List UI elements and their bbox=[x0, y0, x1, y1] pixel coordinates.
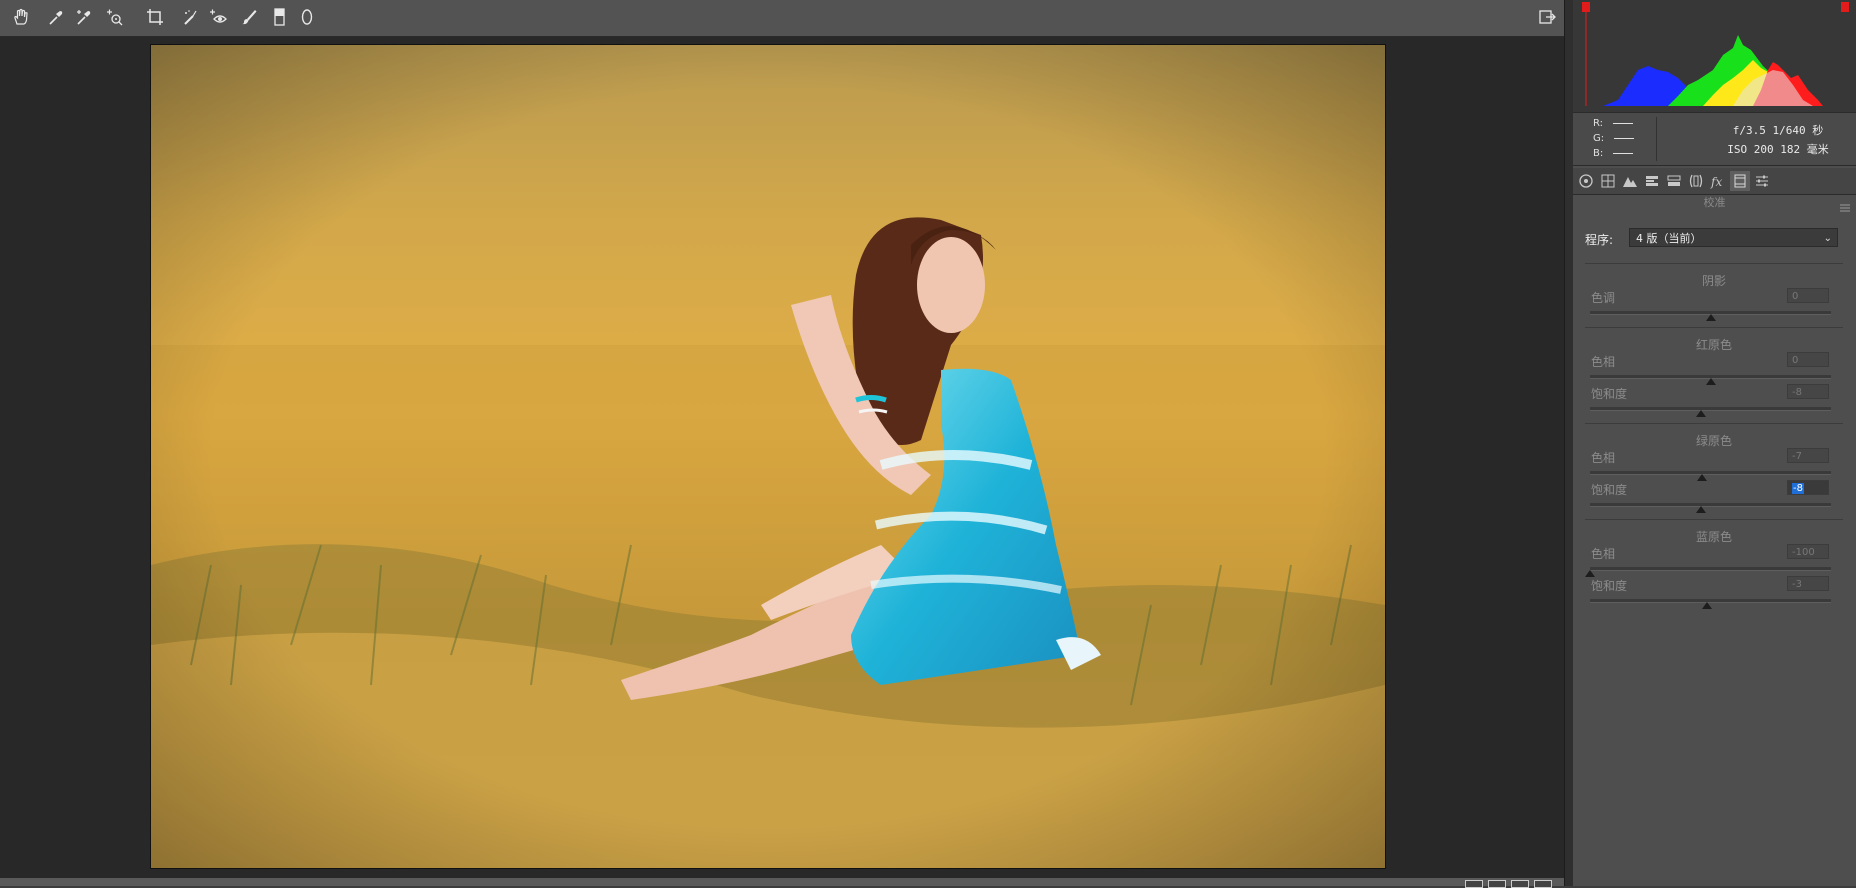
shadows-tint-label: 色调 bbox=[1591, 291, 1616, 305]
blue-hue-slider[interactable] bbox=[1585, 567, 1831, 577]
chevron-down-icon: ⌄ bbox=[1823, 233, 1832, 244]
before-after-toggle[interactable] bbox=[1465, 880, 1483, 888]
green-primary-group-title: 绿原色 bbox=[1585, 423, 1843, 449]
red-primary-group-title: 红原色 bbox=[1585, 327, 1843, 353]
r-readout: R: bbox=[1593, 118, 1634, 129]
slider-thumb[interactable] bbox=[1697, 474, 1708, 481]
camera-calibration-icon[interactable] bbox=[1730, 171, 1750, 191]
svg-text:fx: fx bbox=[1710, 175, 1722, 189]
before-after-swap[interactable] bbox=[1488, 880, 1506, 888]
crop-icon[interactable] bbox=[144, 6, 166, 28]
slider-thumb[interactable] bbox=[1705, 314, 1716, 321]
red-saturation-slider[interactable] bbox=[1590, 407, 1831, 417]
blue-hue-label: 色相 bbox=[1591, 547, 1616, 561]
highlight-clip-warning-icon bbox=[1841, 2, 1849, 12]
color-sampler-icon[interactable] bbox=[73, 6, 95, 28]
blue-saturation-slider[interactable] bbox=[1590, 599, 1831, 609]
pixel-info: R: G: B: f/3.5 1/640 秒 ISO 200 182 毫米 bbox=[1573, 113, 1856, 166]
effects-icon[interactable]: fx bbox=[1708, 171, 1728, 191]
green-saturation-slider[interactable] bbox=[1590, 503, 1831, 513]
before-after-copy[interactable] bbox=[1511, 880, 1529, 888]
adjustment-panel: R: G: B: f/3.5 1/640 秒 ISO 200 182 毫米 fx bbox=[1573, 0, 1856, 886]
calibration-title: 校准 bbox=[1703, 196, 1726, 209]
histogram bbox=[1573, 0, 1856, 113]
b-readout: B: bbox=[1593, 148, 1634, 159]
targeted-adjust-icon[interactable] bbox=[103, 6, 125, 28]
radial-filter-icon[interactable] bbox=[296, 6, 318, 28]
spot-removal-icon[interactable] bbox=[180, 6, 202, 28]
green-saturation-label: 饱和度 bbox=[1591, 483, 1628, 497]
red-eye-icon[interactable] bbox=[207, 6, 229, 28]
graduated-filter-icon[interactable] bbox=[268, 6, 290, 28]
green-hue-value[interactable]: -7 bbox=[1787, 448, 1829, 463]
blue-saturation-label: 饱和度 bbox=[1591, 579, 1628, 593]
hand-icon[interactable] bbox=[10, 6, 32, 28]
photo-preview[interactable] bbox=[150, 44, 1386, 869]
exif-aperture-shutter: f/3.5 1/640 秒 bbox=[1732, 124, 1824, 137]
white-balance-icon[interactable] bbox=[45, 6, 67, 28]
slider-thumb[interactable] bbox=[1705, 378, 1716, 385]
slider-thumb[interactable] bbox=[1695, 506, 1706, 513]
tool-bar bbox=[0, 0, 1564, 37]
red-hue-value[interactable]: 0 bbox=[1787, 352, 1829, 367]
green-hue-slider[interactable] bbox=[1590, 471, 1831, 481]
blue-primary-group-title: 蓝原色 bbox=[1585, 519, 1843, 545]
panel-menu-icon[interactable] bbox=[1840, 198, 1850, 212]
shadows-tint-value[interactable]: 0 bbox=[1787, 288, 1829, 303]
image-canvas[interactable] bbox=[0, 37, 1564, 880]
split-toning-icon[interactable] bbox=[1664, 171, 1684, 191]
panel-tabs: fx bbox=[1573, 168, 1856, 195]
lens-corrections-icon[interactable] bbox=[1686, 171, 1706, 191]
shadow-clip-warning-icon bbox=[1582, 2, 1590, 12]
slider-thumb[interactable] bbox=[1585, 570, 1595, 577]
blue-hue-value[interactable]: -100 bbox=[1787, 544, 1829, 559]
slider-thumb[interactable] bbox=[1695, 410, 1706, 417]
open-preferences-icon[interactable] bbox=[1536, 6, 1558, 28]
red-hue-label: 色相 bbox=[1591, 355, 1616, 369]
exif-iso-focal: ISO 200 182 毫米 bbox=[1727, 143, 1829, 156]
basic-icon[interactable] bbox=[1576, 171, 1596, 191]
shadows-group-title: 阴影 bbox=[1585, 263, 1843, 289]
blue-saturation-value[interactable]: -3 bbox=[1787, 576, 1829, 591]
green-hue-label: 色相 bbox=[1591, 451, 1616, 465]
shadows-tint-slider[interactable] bbox=[1590, 311, 1831, 321]
slider-thumb[interactable] bbox=[1701, 602, 1712, 609]
detail-icon[interactable] bbox=[1620, 171, 1640, 191]
green-saturation-value[interactable]: -8 bbox=[1787, 480, 1829, 495]
g-readout: G: bbox=[1593, 133, 1635, 144]
hsl-icon[interactable] bbox=[1642, 171, 1662, 191]
red-saturation-value[interactable]: -8 bbox=[1787, 384, 1829, 399]
red-saturation-label: 饱和度 bbox=[1591, 387, 1628, 401]
preview-settings[interactable] bbox=[1534, 880, 1552, 888]
red-hue-slider[interactable] bbox=[1590, 375, 1831, 385]
process-version-select[interactable]: 4 版（当前） ⌄ bbox=[1629, 228, 1838, 247]
adjustment-brush-icon[interactable] bbox=[238, 6, 260, 28]
presets-icon[interactable] bbox=[1752, 171, 1772, 191]
tone-curve-icon[interactable] bbox=[1598, 171, 1618, 191]
process-label: 程序: bbox=[1585, 233, 1614, 247]
status-strip bbox=[0, 878, 1564, 886]
